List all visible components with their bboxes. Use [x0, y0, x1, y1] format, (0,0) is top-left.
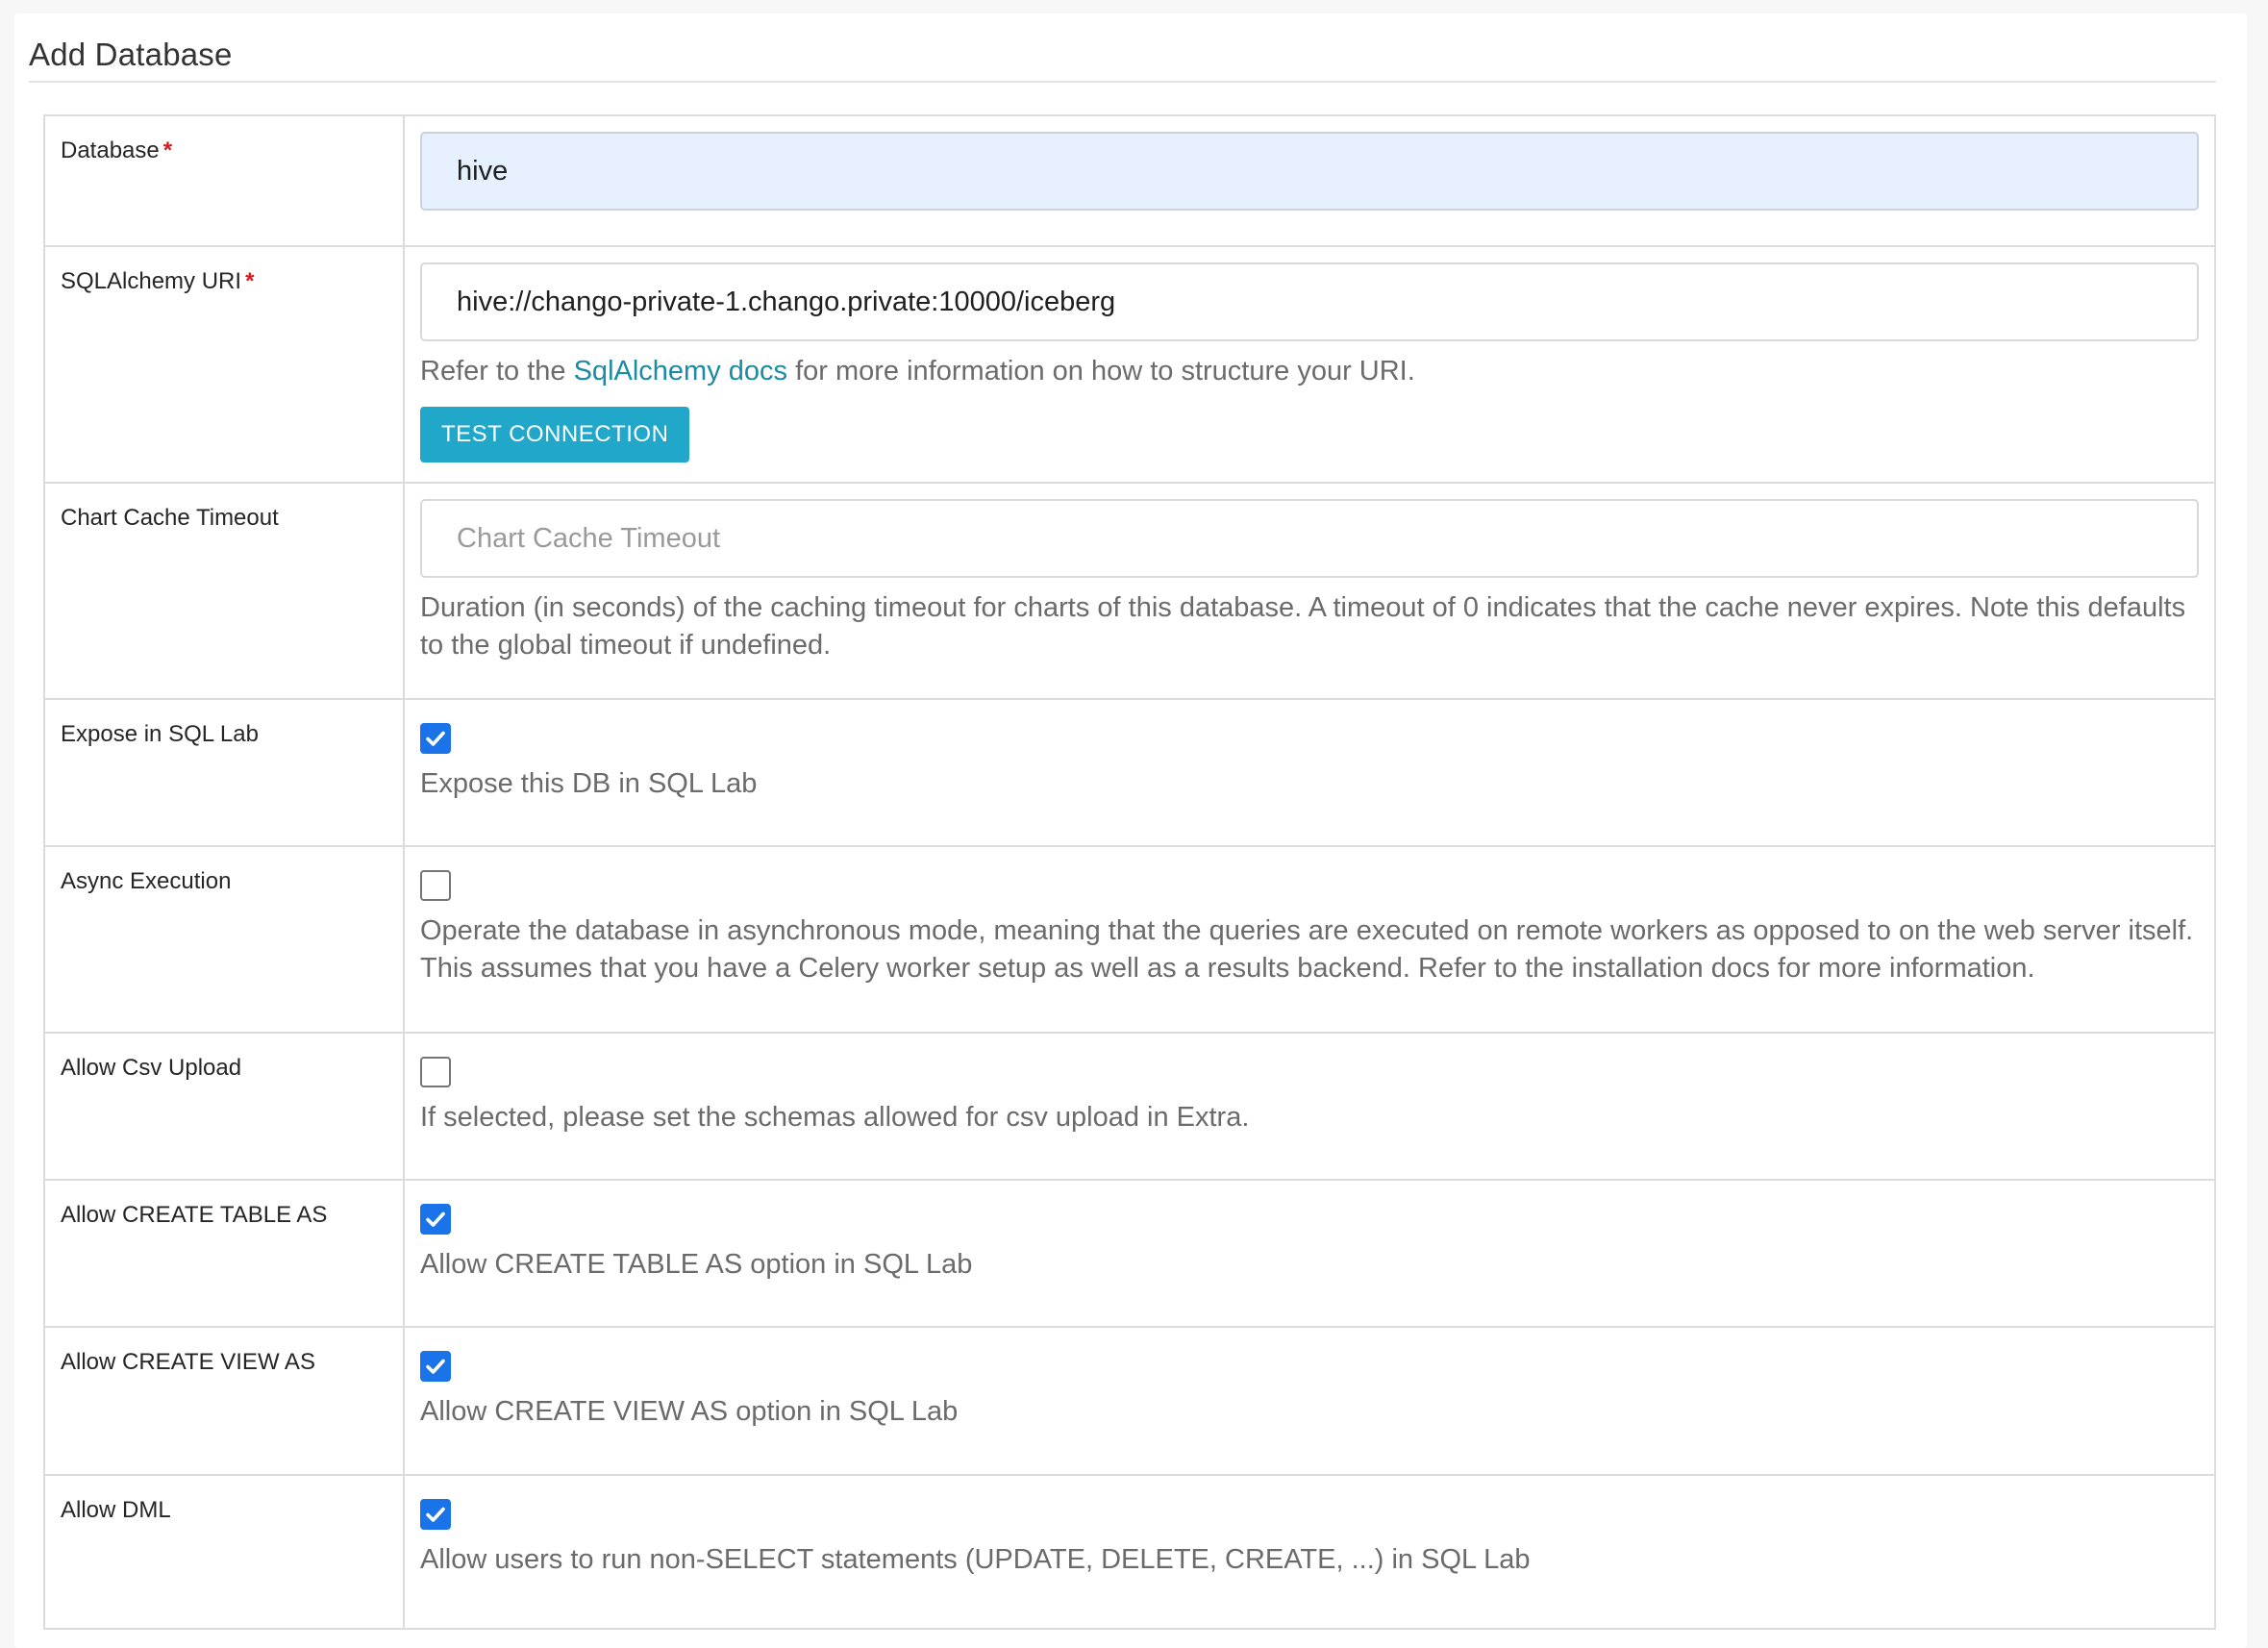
form-row-allow-create-table-as: Allow CREATE TABLE AS Allow CREATE TABLE…	[43, 1179, 2216, 1328]
field-cell: Allow users to run non-SELECT statements…	[403, 1474, 2216, 1630]
field-help: Duration (in seconds) of the caching tim…	[420, 592, 2186, 661]
form-row-allow-csv-upload: Allow Csv Upload If selected, please set…	[43, 1032, 2216, 1181]
field-label-cell: SQLAlchemy URI *	[43, 245, 405, 484]
sqlalchemy-docs-link[interactable]: SqlAlchemy docs	[574, 356, 787, 387]
check-icon	[426, 731, 445, 746]
help-prefix: Refer to the	[420, 356, 574, 387]
form-row-database: Database *	[43, 114, 2216, 247]
field-cell	[403, 114, 2216, 247]
field-cell: Duration (in seconds) of the caching tim…	[403, 482, 2216, 700]
allow-create-view-as-checkbox[interactable]	[420, 1351, 451, 1382]
field-cell: Allow CREATE TABLE AS option in SQL Lab	[403, 1179, 2216, 1328]
field-label-cell: Allow CREATE TABLE AS	[43, 1179, 405, 1328]
field-label-cell: Async Execution	[43, 845, 405, 1034]
field-label: Expose in SQL Lab	[61, 721, 259, 747]
form-row-allow-dml: Allow DML Allow users to run non-SELECT …	[43, 1474, 2216, 1630]
async-execution-checkbox[interactable]	[420, 870, 451, 901]
field-help: Expose this DB in SQL Lab	[420, 768, 758, 799]
field-label: SQLAlchemy URI	[61, 268, 242, 294]
field-label: Chart Cache Timeout	[61, 505, 279, 531]
page-title: Add Database	[29, 37, 233, 72]
form-row-async-execution: Async Execution Operate the database in …	[43, 845, 2216, 1034]
test-connection-button[interactable]: TEST CONNECTION	[420, 407, 690, 462]
chart-cache-timeout-input[interactable]	[420, 499, 2199, 578]
allow-create-table-as-checkbox[interactable]	[420, 1204, 451, 1235]
required-marker: *	[245, 268, 255, 294]
field-label-cell: Chart Cache Timeout	[43, 482, 405, 700]
form-row-sqlalchemy-uri: SQLAlchemy URI* Refer to the SqlAlchemy …	[43, 245, 2216, 484]
database-name-input[interactable]	[420, 132, 2199, 211]
help-suffix: for more information on how to structure…	[787, 356, 1415, 387]
form-row-chart-cache-timeout: Chart Cache Timeout Duration (in seconds…	[43, 482, 2216, 700]
field-label-cell: Database *	[43, 114, 405, 247]
sqlalchemy-uri-input[interactable]	[420, 262, 2199, 341]
allow-dml-checkbox[interactable]	[420, 1499, 451, 1530]
field-label: Async Execution	[61, 868, 232, 894]
field-help: Allow CREATE VIEW AS option in SQL Lab	[420, 1396, 959, 1427]
allow-csv-upload-checkbox[interactable]	[420, 1057, 451, 1087]
field-help: Allow CREATE TABLE AS option in SQL Lab	[420, 1249, 973, 1280]
field-cell: Operate the database in asynchronous mod…	[403, 845, 2216, 1034]
field-label-cell: Allow CREATE VIEW AS	[43, 1326, 405, 1476]
field-cell: If selected, please set the schemas allo…	[403, 1032, 2216, 1181]
field-label: Allow CREATE TABLE AS	[61, 1202, 328, 1228]
field-cell: Expose this DB in SQL Lab	[403, 698, 2216, 847]
field-help: Refer to the SqlAlchemy docs for more in…	[420, 353, 2199, 390]
field-label-cell: Allow DML	[43, 1474, 405, 1630]
field-label: Allow DML	[61, 1497, 171, 1523]
check-icon	[426, 1507, 445, 1522]
field-label-cell: Expose in SQL Lab	[43, 698, 405, 847]
field-help: Operate the database in asynchronous mod…	[420, 915, 2194, 984]
field-label: Allow Csv Upload	[61, 1055, 242, 1081]
expose-in-sql-lab-checkbox[interactable]	[420, 723, 451, 754]
required-marker: *	[162, 137, 173, 163]
field-label: Database	[61, 137, 160, 163]
field-cell: Refer to the SqlAlchemy docs for more in…	[403, 245, 2216, 484]
form-row-allow-create-view-as: Allow CREATE VIEW AS Allow CREATE VIEW A…	[43, 1326, 2216, 1476]
field-label: Allow CREATE VIEW AS	[61, 1349, 315, 1375]
title-divider	[29, 81, 2216, 83]
field-help: If selected, please set the schemas allo…	[420, 1102, 1250, 1133]
field-help: Allow users to run non-SELECT statements…	[420, 1544, 1531, 1575]
form-row-expose-in-sql-lab: Expose in SQL Lab Expose this DB in SQL …	[43, 698, 2216, 847]
check-icon	[426, 1211, 445, 1227]
check-icon	[426, 1359, 445, 1374]
field-label-cell: Allow Csv Upload	[43, 1032, 405, 1181]
field-cell: Allow CREATE VIEW AS option in SQL Lab	[403, 1326, 2216, 1476]
database-form: Database* SQLAlchemy URI* Refer to the S…	[43, 114, 2216, 1630]
